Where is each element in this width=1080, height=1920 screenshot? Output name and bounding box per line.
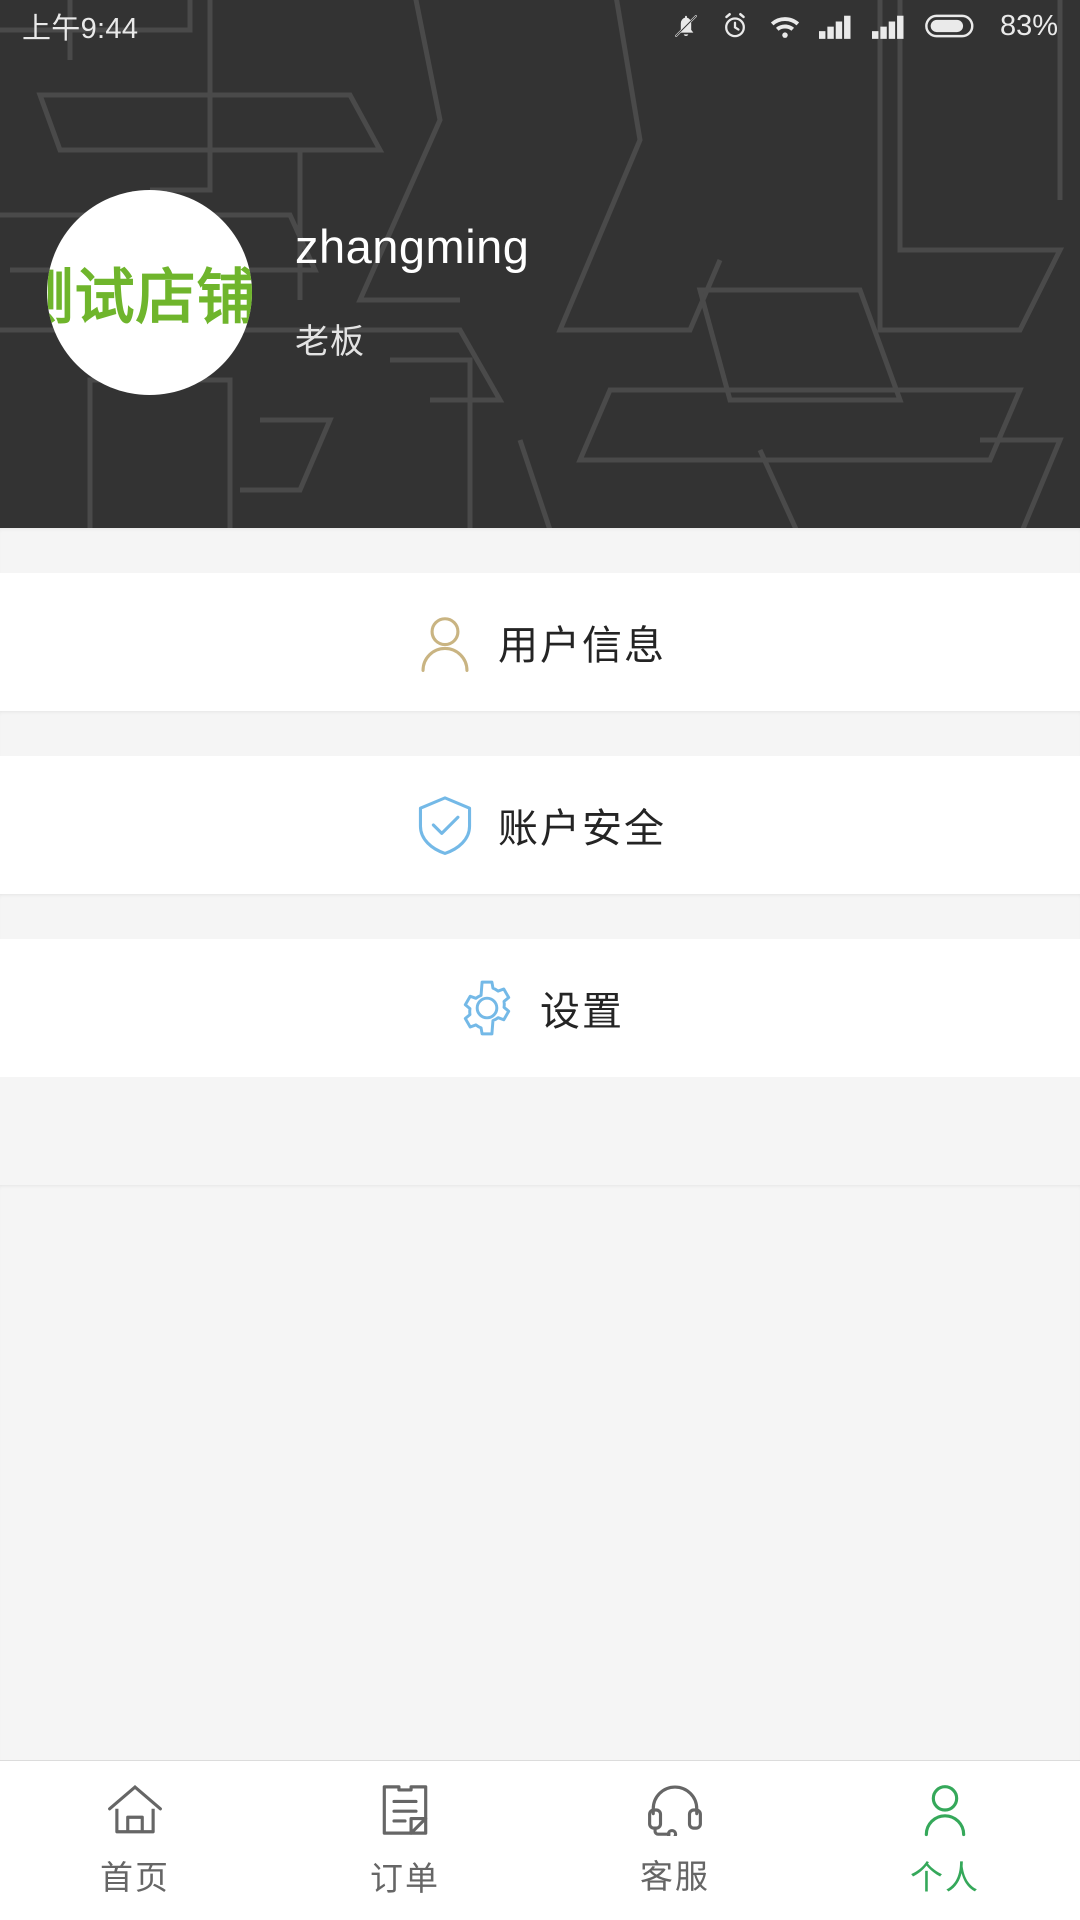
section-gap — [0, 711, 1080, 756]
tab-label: 订单 — [370, 1858, 440, 1898]
status-bar: 上午9:44 83% — [0, 0, 1080, 52]
home-icon — [108, 1784, 162, 1833]
menu-item-settings[interactable]: 设置 — [0, 939, 1080, 1077]
avatar-label: 测试店铺 — [47, 262, 252, 333]
battery-percent: 83% — [999, 9, 1058, 42]
headset-icon — [648, 1784, 702, 1836]
battery-icon — [925, 14, 974, 38]
profile-summary: 测试店铺 zhangming 老板 — [0, 0, 1080, 528]
status-time: 上午9:44 — [22, 13, 139, 45]
identity-block: zhangming 老板 — [295, 219, 530, 364]
alarm-clock-icon — [725, 13, 745, 38]
section-gap — [0, 528, 1080, 573]
menu-list: 用户信息 账户安全 设置 — [0, 528, 1080, 1077]
menu-item-user-info[interactable]: 用户信息 — [0, 573, 1080, 711]
tab-personal[interactable]: 个人 — [810, 1761, 1080, 1920]
status-icons: 83% — [670, 10, 1058, 43]
section-gap — [0, 894, 1080, 939]
signal-bars-icon — [871, 15, 904, 39]
tab-label: 首页 — [100, 1857, 170, 1897]
tab-home[interactable]: 首页 — [0, 1761, 270, 1920]
menu-item-account-security[interactable]: 账户安全 — [0, 756, 1080, 894]
wifi-icon — [770, 17, 800, 38]
menu-item-label: 设置 — [540, 989, 624, 1035]
tab-orders[interactable]: 订单 — [270, 1761, 540, 1920]
user-role: 老板 — [295, 323, 365, 362]
avatar[interactable]: 测试店铺 — [47, 189, 252, 395]
bell-muted-icon — [675, 15, 697, 37]
tab-label: 个人 — [910, 1857, 980, 1897]
menu-item-label: 账户安全 — [498, 806, 666, 852]
menu-item-label: 用户信息 — [498, 623, 666, 669]
tab-customer-service[interactable]: 客服 — [540, 1761, 810, 1920]
gear-icon — [463, 980, 511, 1036]
signal-bars-icon — [818, 15, 851, 39]
empty-content-area — [0, 1185, 1080, 1760]
person-icon — [924, 1784, 966, 1836]
user-icon — [421, 617, 469, 672]
profile-header: 测试店铺 zhangming 老板 — [0, 0, 1080, 528]
tab-label: 客服 — [640, 1856, 710, 1896]
app-screen: 测试店铺 zhangming 老板 上午9:44 — [0, 0, 1080, 1920]
shield-check-icon — [418, 796, 472, 855]
document-icon — [382, 1784, 428, 1835]
user-name: zhangming — [295, 219, 530, 273]
bottom-tab-bar: 首页 订单 客服 个人 — [0, 1760, 1080, 1920]
